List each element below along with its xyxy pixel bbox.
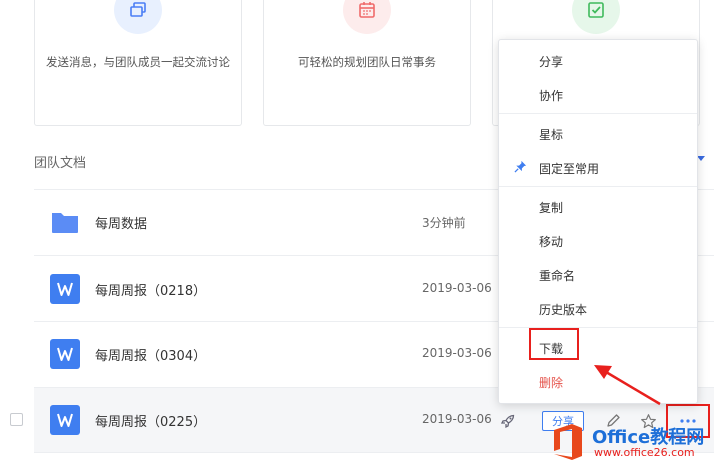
- annotation-arrow: [594, 365, 661, 406]
- office-logo-icon: [550, 422, 586, 462]
- watermark-url: www.office26.com: [594, 446, 695, 459]
- watermark: Office教程网 www.office26.com: [548, 420, 714, 468]
